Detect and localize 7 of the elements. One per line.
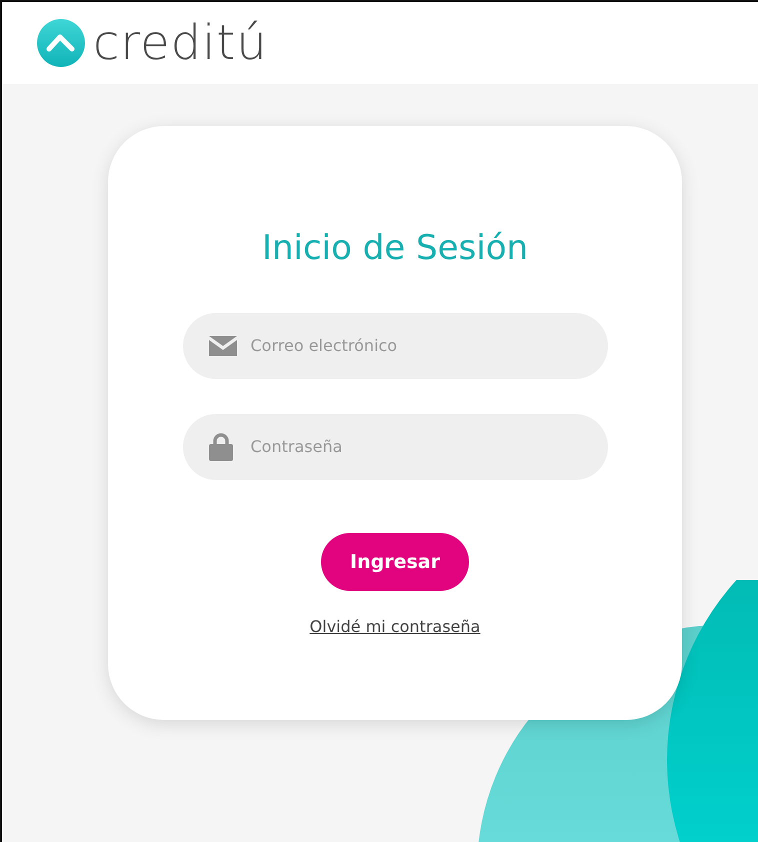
forgot-password-link[interactable]: Olvidé mi contraseña [310,616,480,636]
logo-icon [37,19,85,67]
login-title: Inicio de Sesión [262,228,528,269]
password-field[interactable]: Contraseña [182,414,608,480]
email-field[interactable]: Correo electrónico [182,312,608,379]
logo-text: creditú [93,19,268,67]
submit-button[interactable]: Ingresar [321,532,469,591]
